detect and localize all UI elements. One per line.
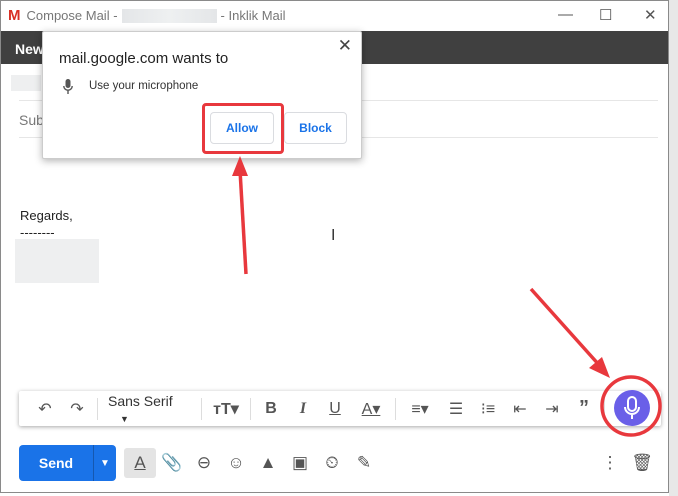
annotation-arrowhead [232, 156, 248, 176]
annotation-overlay [232, 156, 662, 437]
annotation-circle [600, 375, 662, 437]
annotation-arrowhead [589, 357, 610, 378]
annotation-arrow [529, 287, 602, 368]
annotation-arrow [238, 169, 248, 275]
